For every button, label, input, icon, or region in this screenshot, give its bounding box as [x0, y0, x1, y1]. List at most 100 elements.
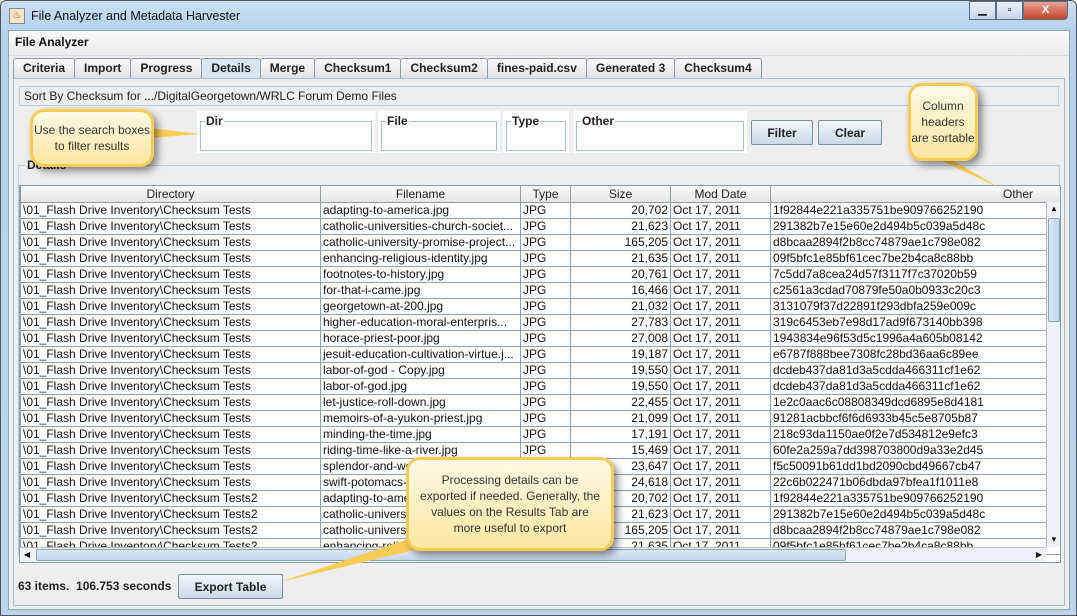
cell-filename[interactable]: memoirs-of-a-yukon-priest.jpg [320, 409, 521, 427]
scroll-down-icon[interactable]: ▼ [1047, 533, 1060, 547]
table-row[interactable]: \01_Flash Drive Inventory\Checksum Tests… [20, 393, 1060, 411]
cell-other[interactable]: d8bcaa2894f2b8cc74879ae1c798e082 [770, 521, 1060, 539]
cell-other[interactable]: 91281acbbcf6f6d6933b45c5e8705b87 [770, 409, 1060, 427]
column-header-directory[interactable]: Directory [20, 186, 321, 203]
tab-import[interactable]: Import [74, 58, 132, 78]
cell-size[interactable]: 19,550 [570, 361, 671, 379]
cell-mod-date[interactable]: Oct 17, 2011 [670, 297, 771, 315]
cell-size[interactable]: 22,455 [570, 393, 671, 411]
cell-other[interactable]: 218c93da1150ae0f2e7d534812e9efc3 [770, 425, 1060, 443]
cell-type[interactable]: JPG [520, 313, 571, 331]
cell-other[interactable]: 3131079f37d22891f293dbfa259e009c [770, 297, 1060, 315]
maximize-button[interactable]: ▫ [996, 1, 1023, 20]
cell-other[interactable]: 7c5dd7a8cea24d57f3117f7c37020b59 [770, 265, 1060, 283]
cell-directory[interactable]: \01_Flash Drive Inventory\Checksum Tests [20, 473, 321, 491]
cell-mod-date[interactable]: Oct 17, 2011 [670, 489, 771, 507]
cell-mod-date[interactable]: Oct 17, 2011 [670, 265, 771, 283]
export-table-button[interactable]: Export Table [178, 574, 283, 599]
cell-mod-date[interactable]: Oct 17, 2011 [670, 521, 771, 539]
cell-filename[interactable]: catholic-university-promise-project... [320, 233, 521, 251]
column-header-mod-date[interactable]: Mod Date [670, 186, 771, 203]
cell-mod-date[interactable]: Oct 17, 2011 [670, 329, 771, 347]
cell-size[interactable]: 15,469 [570, 441, 671, 459]
cell-type[interactable]: JPG [520, 233, 571, 251]
table-row[interactable]: \01_Flash Drive Inventory\Checksum Tests… [20, 281, 1060, 299]
cell-other[interactable]: 291382b7e15e60e2d494b5c039a5d48c [770, 217, 1060, 235]
cell-filename[interactable]: footnotes-to-history.jpg [320, 265, 521, 283]
cell-mod-date[interactable]: Oct 17, 2011 [670, 425, 771, 443]
file-filter-input[interactable] [382, 130, 496, 148]
cell-filename[interactable]: higher-education-moral-enterpris... [320, 313, 521, 331]
vertical-scrollbar[interactable]: ▲ ▼ [1046, 202, 1060, 547]
cell-directory[interactable]: \01_Flash Drive Inventory\Checksum Tests [20, 281, 321, 299]
cell-other[interactable]: d8bcaa2894f2b8cc74879ae1c798e082 [770, 233, 1060, 251]
cell-mod-date[interactable]: Oct 17, 2011 [670, 441, 771, 459]
cell-other[interactable]: 319c6453eb7e98d17ad9f673140bb398 [770, 313, 1060, 331]
menu-file-analyzer[interactable]: File Analyzer [9, 31, 1069, 56]
cell-mod-date[interactable]: Oct 17, 2011 [670, 281, 771, 299]
cell-filename[interactable]: minding-the-time.jpg [320, 425, 521, 443]
cell-directory[interactable]: \01_Flash Drive Inventory\Checksum Tests [20, 361, 321, 379]
tab-checksum1[interactable]: Checksum1 [314, 58, 402, 78]
cell-filename[interactable]: catholic-universities-church-societ... [320, 217, 521, 235]
cell-other[interactable]: dcdeb437da81d3a5cdda466311cf1e62 [770, 377, 1060, 395]
cell-type[interactable]: JPG [520, 425, 571, 443]
cell-type[interactable]: JPG [520, 281, 571, 299]
tab-fines-paid-csv[interactable]: fines-paid.csv [486, 58, 587, 78]
cell-directory[interactable]: \01_Flash Drive Inventory\Checksum Tests [20, 313, 321, 331]
table-row[interactable]: \01_Flash Drive Inventory\Checksum Tests… [20, 361, 1060, 379]
tab-checksum2[interactable]: Checksum2 [400, 58, 488, 78]
cell-directory[interactable]: \01_Flash Drive Inventory\Checksum Tests [20, 329, 321, 347]
cell-mod-date[interactable]: Oct 17, 2011 [670, 473, 771, 491]
table-row[interactable]: \01_Flash Drive Inventory\Checksum Tests… [20, 345, 1060, 363]
cell-type[interactable]: JPG [520, 297, 571, 315]
cell-type[interactable]: JPG [520, 409, 571, 427]
cell-size[interactable]: 20,702 [570, 201, 671, 219]
cell-mod-date[interactable]: Oct 17, 2011 [670, 313, 771, 331]
cell-other[interactable]: 1f92844e221a335751be909766252190 [770, 489, 1060, 507]
cell-directory[interactable]: \01_Flash Drive Inventory\Checksum Tests [20, 377, 321, 395]
cell-size[interactable]: 21,635 [570, 249, 671, 267]
table-row[interactable]: \01_Flash Drive Inventory\Checksum Tests… [20, 297, 1060, 315]
cell-size[interactable]: 20,761 [570, 265, 671, 283]
scroll-left-icon[interactable]: ◀ [20, 548, 34, 562]
cell-size[interactable]: 165,205 [570, 233, 671, 251]
cell-directory[interactable]: \01_Flash Drive Inventory\Checksum Tests [20, 217, 321, 235]
cell-directory[interactable]: \01_Flash Drive Inventory\Checksum Tests… [20, 489, 321, 507]
column-header-other[interactable]: Other [770, 186, 1060, 203]
cell-size[interactable]: 27,008 [570, 329, 671, 347]
cell-directory[interactable]: \01_Flash Drive Inventory\Checksum Tests [20, 201, 321, 219]
cell-other[interactable]: dcdeb437da81d3a5cdda466311cf1e62 [770, 361, 1060, 379]
cell-type[interactable]: JPG [520, 377, 571, 395]
cell-directory[interactable]: \01_Flash Drive Inventory\Checksum Tests [20, 265, 321, 283]
cell-type[interactable]: JPG [520, 361, 571, 379]
cell-size[interactable]: 21,099 [570, 409, 671, 427]
cell-directory[interactable]: \01_Flash Drive Inventory\Checksum Tests… [20, 505, 321, 523]
tab-progress[interactable]: Progress [130, 58, 203, 78]
cell-mod-date[interactable]: Oct 17, 2011 [670, 249, 771, 267]
cell-mod-date[interactable]: Oct 17, 2011 [670, 505, 771, 523]
table-row[interactable]: \01_Flash Drive Inventory\Checksum Tests… [20, 409, 1060, 427]
table-row[interactable]: \01_Flash Drive Inventory\Checksum Tests… [20, 425, 1060, 443]
cell-other[interactable]: 22c6b022471b06dbda97bfea1f1011e8 [770, 473, 1060, 491]
tab-generated-3[interactable]: Generated 3 [585, 58, 676, 78]
cell-size[interactable]: 21,032 [570, 297, 671, 315]
cell-directory[interactable]: \01_Flash Drive Inventory\Checksum Tests [20, 393, 321, 411]
column-header-size[interactable]: Size [570, 186, 671, 203]
cell-mod-date[interactable]: Oct 17, 2011 [670, 233, 771, 251]
table-row[interactable]: \01_Flash Drive Inventory\Checksum Tests… [20, 441, 1060, 459]
table-row[interactable]: \01_Flash Drive Inventory\Checksum Tests… [20, 201, 1060, 219]
tab-merge[interactable]: Merge [259, 58, 316, 78]
table-row[interactable]: \01_Flash Drive Inventory\Checksum Tests… [20, 313, 1060, 331]
cell-type[interactable]: JPG [520, 329, 571, 347]
minimize-button[interactable]: ▁ [969, 1, 996, 20]
tab-checksum4[interactable]: Checksum4 [674, 58, 762, 78]
column-header-filename[interactable]: Filename [320, 186, 521, 203]
table-row[interactable]: \01_Flash Drive Inventory\Checksum Tests… [20, 377, 1060, 395]
table-row[interactable]: \01_Flash Drive Inventory\Checksum Tests… [20, 249, 1060, 267]
cell-directory[interactable]: \01_Flash Drive Inventory\Checksum Tests [20, 297, 321, 315]
cell-directory[interactable]: \01_Flash Drive Inventory\Checksum Tests [20, 249, 321, 267]
cell-directory[interactable]: \01_Flash Drive Inventory\Checksum Tests [20, 457, 321, 475]
cell-other[interactable]: c2561a3cdad70879fe50a0b0933c20c3 [770, 281, 1060, 299]
cell-mod-date[interactable]: Oct 17, 2011 [670, 201, 771, 219]
